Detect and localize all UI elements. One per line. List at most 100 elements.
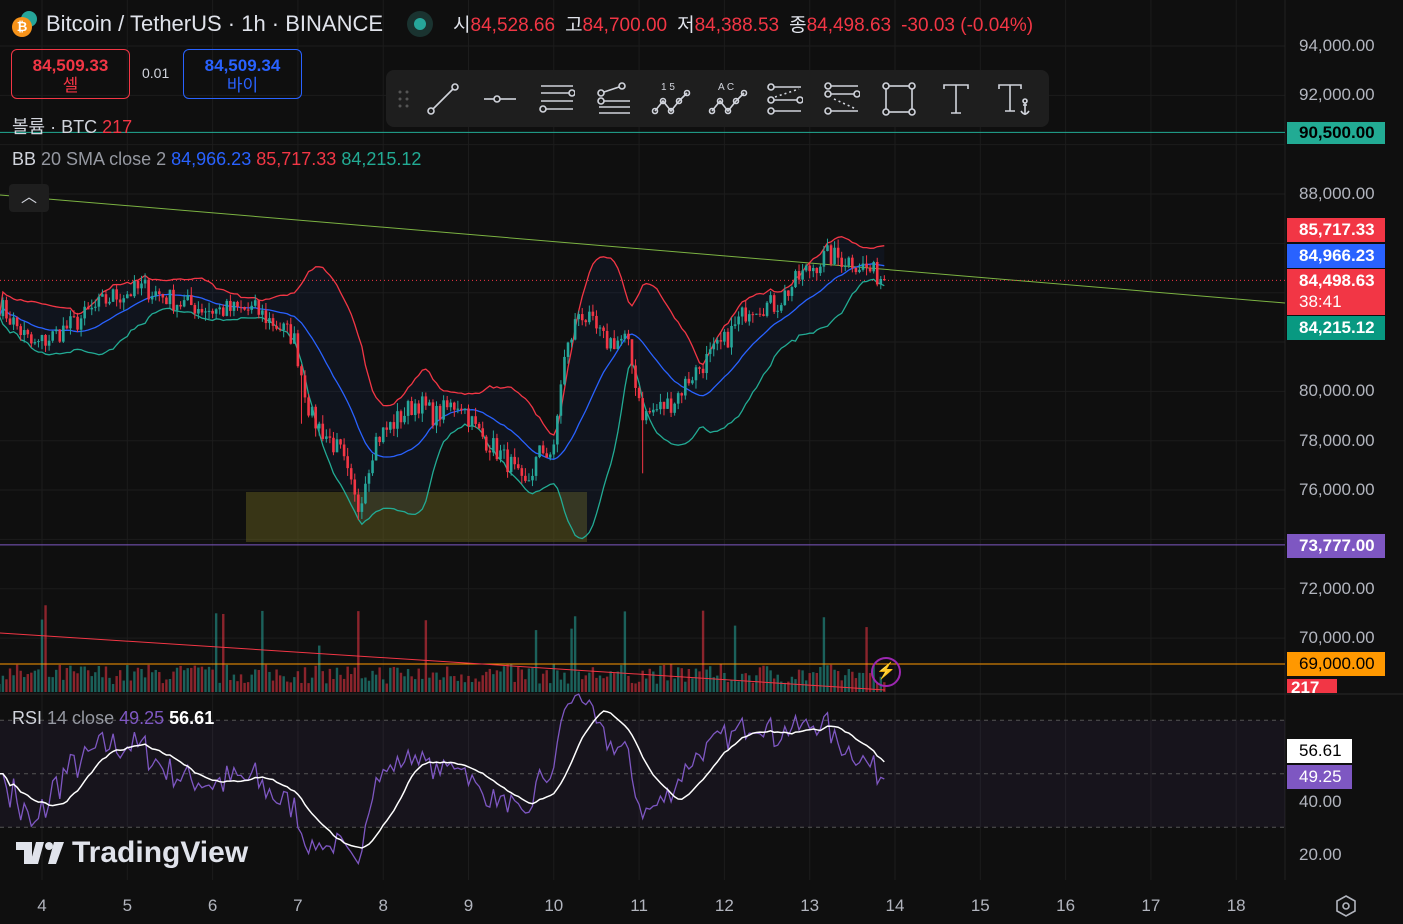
volume-bar (783, 682, 787, 692)
volume-bar (62, 679, 65, 692)
volume-bar (65, 668, 69, 692)
symbol-title[interactable]: Bitcoin / TetherUS · 1h · BINANCE (46, 11, 383, 37)
volume-bar (463, 682, 467, 692)
candle (641, 398, 644, 421)
candle (51, 331, 54, 341)
volume-bar (367, 680, 371, 692)
candle (673, 403, 676, 413)
anchored-text-icon[interactable] (984, 70, 1041, 127)
volume-bar (595, 677, 598, 692)
rectangle-icon[interactable] (870, 70, 927, 127)
pitchfork-icon[interactable] (585, 70, 642, 127)
horizontal-ray-icon[interactable] (471, 70, 528, 127)
candle (122, 298, 126, 303)
candle (47, 340, 51, 346)
text-icon[interactable] (927, 70, 984, 127)
volume-bar (442, 677, 445, 692)
volume-bar (499, 671, 502, 692)
candle (502, 449, 506, 451)
candle (261, 310, 264, 315)
chart-canvas[interactable] (0, 0, 1403, 923)
candle (481, 428, 485, 437)
volume-bar (104, 666, 108, 692)
candle (836, 247, 840, 258)
candle (598, 327, 602, 329)
sell-button[interactable]: 84,509.33 셀 (11, 49, 130, 99)
candle (264, 310, 268, 324)
candle (303, 375, 307, 398)
candle (570, 339, 573, 343)
candle (229, 300, 232, 311)
drag-handle-icon[interactable] (394, 70, 414, 127)
volume-bar (339, 674, 342, 692)
volume-bar (659, 665, 662, 692)
candle (652, 409, 655, 413)
candle (712, 343, 716, 350)
candle (367, 473, 371, 484)
candle (239, 306, 243, 308)
fib-extension-icon[interactable] (813, 70, 870, 127)
volume-bar (97, 666, 101, 692)
volume-bar (197, 667, 200, 692)
candle (172, 289, 175, 311)
volume-bar (460, 674, 463, 692)
candle (506, 449, 509, 473)
volume-bar (733, 625, 737, 692)
volume-bar (524, 679, 527, 692)
candle (708, 349, 712, 354)
volume-bar (108, 677, 111, 692)
candle (772, 295, 776, 312)
volume-bar (566, 683, 570, 692)
buy-button[interactable]: 84,509.34 바이 (183, 49, 302, 99)
trend-line-icon[interactable] (414, 70, 471, 127)
lightning-alert-icon[interactable]: ⚡ (871, 657, 901, 687)
collapse-legend-button[interactable]: ︿ (9, 184, 49, 212)
volume-bar (623, 611, 627, 692)
time-axis-label: 15 (970, 896, 990, 915)
bb-legend[interactable]: BB 20 SMA close 2 84,966.23 85,717.33 84… (12, 149, 421, 170)
candle (15, 317, 19, 327)
rsi-legend[interactable]: RSI 14 close 49.25 56.61 (12, 708, 214, 729)
candle (790, 287, 794, 296)
time-axis-label: 12 (714, 896, 734, 915)
volume-bar (634, 683, 637, 692)
time-axis-label: 13 (800, 896, 820, 915)
volume-bar (598, 675, 602, 692)
volume-bar (254, 669, 257, 692)
volume-bar (772, 678, 776, 692)
volume-bar (44, 605, 47, 692)
volume-bar (645, 678, 648, 692)
price-axis-label: 94,000.00 (1299, 36, 1375, 55)
candle (843, 265, 847, 267)
parallel-channel-icon[interactable] (528, 70, 585, 127)
chart-settings-icon[interactable] (1333, 893, 1359, 924)
volume-bar (577, 671, 580, 692)
candle (410, 401, 413, 415)
volume-bar (801, 670, 804, 692)
candle (317, 423, 321, 429)
candle (186, 295, 190, 301)
volume-bar (243, 682, 246, 692)
candle (541, 445, 545, 454)
candle (204, 311, 207, 313)
volume-bar (371, 670, 374, 692)
volume-bar (787, 681, 790, 692)
fib-retracement-icon[interactable] (756, 70, 813, 127)
volume-legend[interactable]: 볼륨 · BTC 217 (12, 113, 132, 139)
candle (680, 393, 684, 396)
candle (381, 427, 385, 443)
volume-bar (378, 667, 381, 692)
volume-bar (694, 668, 698, 692)
candle (701, 368, 705, 374)
tradingview-logo[interactable]: TradingView (16, 836, 248, 870)
volume-bar (808, 673, 811, 692)
volume-bar (190, 667, 193, 692)
candle (104, 294, 108, 304)
candle (221, 307, 225, 316)
candle (630, 339, 634, 366)
candle (97, 296, 101, 307)
xabcd-pattern-icon[interactable]: 1 5 (642, 70, 699, 127)
volume-bar (698, 671, 701, 692)
abcd-pattern-icon[interactable]: A C (699, 70, 756, 127)
candle (12, 317, 15, 325)
